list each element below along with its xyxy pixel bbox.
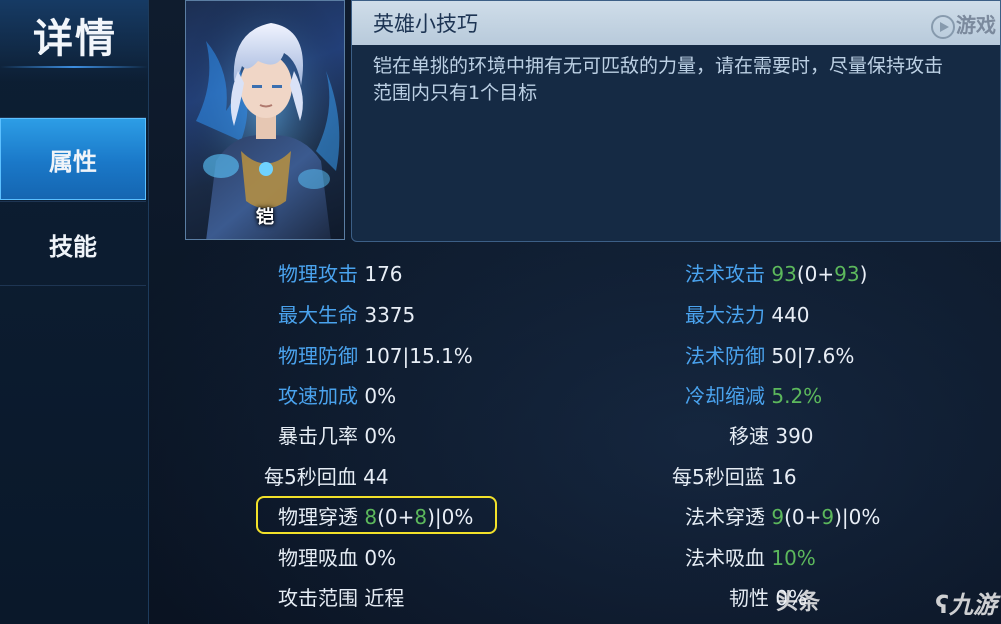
stat-label: 物理吸血 (278, 546, 358, 570)
stat-label: 攻速加成 (278, 384, 358, 408)
play-icon (930, 14, 956, 40)
jiuyou-logo-icon: ʕ (935, 591, 949, 619)
tip-title: 英雄小技巧 (373, 12, 478, 36)
nav-divider (0, 66, 148, 68)
stat-label: 冷却缩减 (685, 384, 765, 408)
hero-portrait[interactable]: 铠 (185, 0, 345, 240)
stat-label: 每5秒回血 (264, 465, 357, 489)
hero-tip-panel: 英雄小技巧 游戏 铠在单挑的环境中拥有无可匹敌的力量，请在需要时，尽量保持攻击范… (351, 0, 1001, 242)
hero-name: 铠 (256, 207, 274, 228)
stat-value-green: 5.2% (771, 384, 823, 408)
stat-physical-lifesteal: 物理吸血 0% (278, 542, 396, 571)
stat-label: 法术吸血 (685, 546, 765, 570)
stat-value-green2: 9 (821, 505, 835, 529)
stat-value-green2: 93 (834, 262, 860, 286)
stat-value: 3375 (364, 303, 416, 327)
stat-magic-attack: 法术攻击 93(0+93) (685, 258, 867, 287)
stat-value: 0% (364, 384, 397, 408)
stat-magic-defense: 法术防御 50|7.6% (685, 340, 854, 369)
tab-attributes[interactable]: 属性 (0, 118, 146, 200)
highlight-box (256, 496, 497, 534)
stat-value-mid: (0+ (784, 505, 822, 529)
stat-attack-speed: 攻速加成 0% (278, 380, 396, 409)
side-nav: 详情 属性 技能 (0, 0, 149, 624)
nav-separator (0, 201, 146, 202)
watermark-top-text: 游戏 (956, 13, 996, 37)
stat-label: 最大法力 (685, 303, 765, 327)
stat-magic-lifesteal: 法术吸血 10% (685, 542, 816, 571)
stat-value: 107|15.1% (364, 344, 473, 368)
stat-value-green: 10% (771, 546, 816, 570)
tip-header: 英雄小技巧 游戏 (352, 1, 1000, 45)
stat-value: 0% (364, 424, 397, 448)
stat-label: 法术攻击 (685, 262, 765, 286)
stat-max-mana: 最大法力 440 (685, 299, 810, 328)
stat-label: 法术防御 (685, 344, 765, 368)
stat-cooldown-reduction: 冷却缩减 5.2% (685, 380, 822, 409)
stat-value: 390 (775, 424, 814, 448)
stat-label: 物理防御 (278, 344, 358, 368)
stat-physical-defense: 物理防御 107|15.1% (278, 340, 473, 369)
tab-skills[interactable]: 技能 (0, 203, 146, 285)
stat-hp-regen: 每5秒回血 44 (264, 461, 389, 490)
page-title: 详情 (33, 16, 117, 62)
stat-label: 物理攻击 (278, 262, 358, 286)
stat-value-green: 93 (771, 262, 797, 286)
stat-move-speed: 移速 390 (729, 420, 814, 449)
stat-value: 0% (364, 546, 397, 570)
stat-value-tail: )|0% (834, 505, 881, 529)
stat-attack-range: 攻击范围 近程 (278, 582, 404, 611)
stat-value: 440 (771, 303, 810, 327)
stat-label: 每5秒回蓝 (672, 465, 765, 489)
stat-mana-regen: 每5秒回蓝 16 (672, 461, 797, 490)
stat-label: 攻击范围 (278, 586, 358, 610)
nav-separator (0, 285, 146, 286)
stat-value: 近程 (364, 586, 405, 610)
stat-value: 176 (364, 262, 403, 286)
stat-magic-penetration: 法术穿透 9(0+9)|0% (685, 501, 880, 530)
stat-label: 法术穿透 (685, 505, 765, 529)
stat-value-tail: ) (859, 262, 868, 286)
stat-max-hp: 最大生命 3375 (278, 299, 415, 328)
watermark-bottom: ʕ九游 (935, 585, 997, 620)
stat-label: 最大生命 (278, 303, 358, 327)
stat-value: 44 (363, 465, 389, 489)
stat-value-mid: (0+ (796, 262, 835, 286)
stat-value: 50|7.6% (771, 344, 855, 368)
stat-value: 16 (771, 465, 797, 489)
tip-text: 铠在单挑的环境中拥有无可匹敌的力量，请在需要时，尽量保持攻击范围内只有1个目标 (373, 55, 944, 104)
watermark-top: 游戏 (930, 9, 996, 40)
stat-label: 移速 (729, 424, 769, 448)
watermark-bottom-text: 九游 (949, 591, 997, 619)
stat-physical-attack: 物理攻击 176 (278, 258, 403, 287)
stat-label: 暴击几率 (278, 424, 358, 448)
stat-value-green: 9 (771, 505, 785, 529)
stat-crit-chance: 暴击几率 0% (278, 420, 396, 449)
watermark-toutiao: 头条 (776, 590, 821, 615)
stat-label: 韧性 (729, 586, 769, 610)
